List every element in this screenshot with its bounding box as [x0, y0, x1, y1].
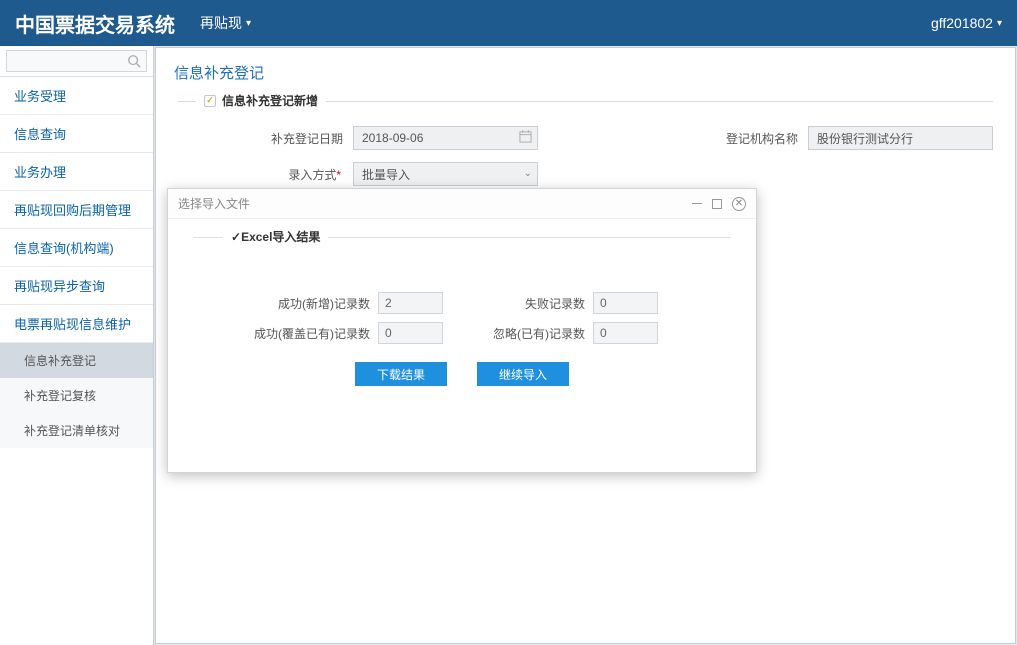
modal-panel-result: ✓ Excel导入结果 成功(新增)记录数 失败记录数 成功(覆盖已有)记录数 … — [193, 237, 731, 386]
continue-import-button[interactable]: 继续导入 — [477, 362, 569, 386]
modal-body: ✓ Excel导入结果 成功(新增)记录数 失败记录数 成功(覆盖已有)记录数 … — [168, 219, 756, 404]
form-row-method: 录入方式* ⌄ — [178, 156, 993, 192]
sidebar-item-ebill-maintain[interactable]: 电票再贴现信息维护 — [0, 305, 153, 343]
sidebar-item-business-accept[interactable]: 业务受理 — [0, 77, 153, 115]
panel-supplement-add: ✓ 信息补充登记新增 补充登记日期 登记机构名称 录入方式* — [178, 101, 993, 192]
subnav-supplement-review[interactable]: 补充登记复核 — [0, 378, 153, 413]
label-register-date: 补充登记日期 — [178, 130, 353, 147]
subnav-supplement-list-check[interactable]: 补充登记清单核对 — [0, 413, 153, 448]
required-mark: * — [336, 168, 341, 182]
label-fail: 失败记录数 — [443, 295, 593, 312]
input-fail — [593, 292, 658, 314]
sidebar: 业务受理 信息查询 业务办理 再贴现回购后期管理 信息查询(机构端) 再贴现异步… — [0, 46, 154, 645]
search-box — [0, 46, 153, 77]
main-container: 业务受理 信息查询 业务办理 再贴现回购后期管理 信息查询(机构端) 再贴现异步… — [0, 46, 1017, 645]
download-result-button[interactable]: 下载结果 — [355, 362, 447, 386]
modal-panel-title: Excel导入结果 — [241, 228, 320, 245]
result-row-2: 成功(覆盖已有)记录数 忽略(已有)记录数 — [193, 318, 731, 348]
import-file-modal: 选择导入文件 ✕ ✓ Excel导入结果 成功(新增)记录数 失败 — [167, 188, 757, 473]
panel-legend: ✓ 信息补充登记新增 — [196, 92, 326, 109]
subnav-info-supplement-register[interactable]: 信息补充登记 — [0, 343, 153, 378]
user-menu[interactable]: gff201802 ▾ — [931, 15, 1002, 31]
panel-title: 信息补充登记新增 — [222, 92, 318, 109]
label-input-method-text: 录入方式 — [288, 168, 336, 182]
user-label: gff201802 — [931, 15, 993, 31]
modal-controls: ✕ — [692, 197, 746, 211]
sidebar-item-business-process[interactable]: 业务办理 — [0, 153, 153, 191]
checkbox-icon: ✓ — [204, 95, 216, 107]
app-header: 中国票据交易系统 再贴现 ▾ gff201802 ▾ — [0, 0, 1017, 46]
input-success-new — [378, 292, 443, 314]
minimize-button[interactable] — [692, 203, 702, 204]
maximize-button[interactable] — [712, 199, 722, 209]
sidebar-item-info-query-org[interactable]: 信息查询(机构端) — [0, 229, 153, 267]
header-menu-rediscount[interactable]: 再贴现 ▾ — [200, 13, 251, 33]
input-org-name[interactable] — [808, 126, 993, 150]
input-ignore — [593, 322, 658, 344]
form-row-date-org: 补充登记日期 登记机构名称 — [178, 120, 993, 156]
caret-down-icon: ▾ — [997, 18, 1002, 29]
label-success-over: 成功(覆盖已有)记录数 — [193, 325, 378, 342]
sidebar-item-repo-manage[interactable]: 再贴现回购后期管理 — [0, 191, 153, 229]
label-org-name: 登记机构名称 — [538, 130, 808, 147]
input-success-over — [378, 322, 443, 344]
select-input-method[interactable] — [353, 162, 538, 186]
modal-title: 选择导入文件 — [178, 195, 250, 212]
modal-button-row: 下载结果 继续导入 — [193, 362, 731, 386]
label-input-method: 录入方式* — [178, 166, 353, 183]
input-register-date[interactable] — [353, 126, 538, 150]
date-input-wrapper — [353, 126, 538, 150]
close-button[interactable]: ✕ — [732, 197, 746, 211]
modal-header: 选择导入文件 ✕ — [168, 189, 756, 219]
header-left: 中国票据交易系统 再贴现 ▾ — [15, 9, 251, 38]
checkbox-icon: ✓ — [231, 230, 241, 244]
sidebar-item-async-query[interactable]: 再贴现异步查询 — [0, 267, 153, 305]
app-title: 中国票据交易系统 — [15, 9, 175, 38]
page-title: 信息补充登记 — [156, 48, 1015, 91]
main-content: 信息补充登记 ✓ 信息补充登记新增 补充登记日期 登记机构名称 录入方式 — [155, 47, 1016, 644]
result-row-1: 成功(新增)记录数 失败记录数 — [193, 288, 731, 318]
select-wrapper: ⌄ — [353, 162, 538, 186]
modal-legend: ✓ Excel导入结果 — [223, 228, 328, 245]
sidebar-item-info-query[interactable]: 信息查询 — [0, 115, 153, 153]
header-menu-label: 再贴现 — [200, 13, 242, 33]
search-input[interactable] — [6, 50, 147, 72]
label-ignore: 忽略(已有)记录数 — [443, 325, 593, 342]
caret-down-icon: ▾ — [246, 18, 251, 29]
label-success-new: 成功(新增)记录数 — [193, 295, 378, 312]
